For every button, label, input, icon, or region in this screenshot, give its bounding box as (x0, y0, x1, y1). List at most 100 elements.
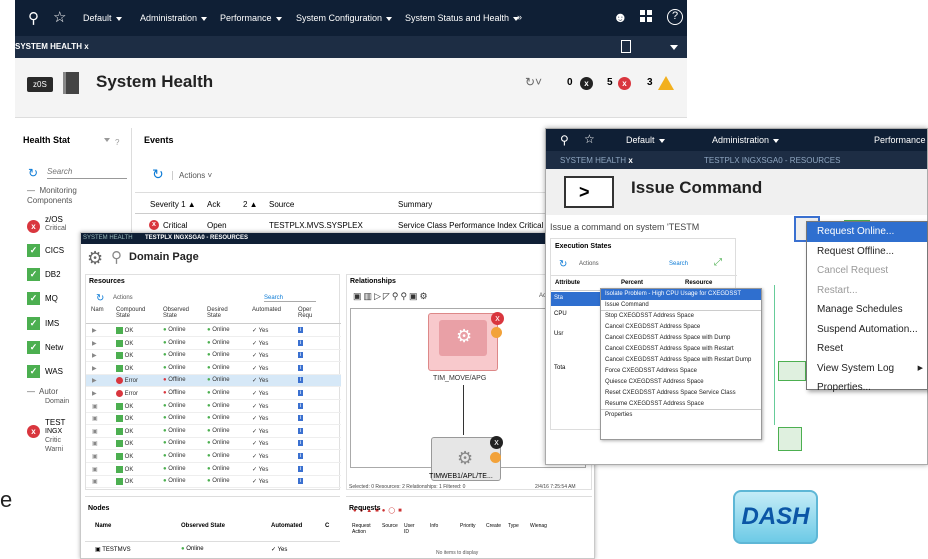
graph-node-tim-move[interactable]: ⚙ x (428, 312, 504, 371)
oper-request-icon[interactable]: i (298, 377, 304, 384)
col-resource[interactable]: Resource (685, 280, 712, 286)
health-item-cics[interactable]: CICS (45, 246, 64, 255)
refresh-icon[interactable]: ↻˅ (525, 75, 542, 89)
col-source[interactable]: Source (269, 200, 294, 209)
table-row[interactable]: ▣ TESTMVS ● Online ✓ Yes (85, 541, 340, 555)
command-menu-item[interactable]: Quiesce CXEGDSST Address Space (601, 377, 761, 388)
panel-help-icon[interactable]: ? (115, 138, 119, 147)
refresh-icon[interactable]: ↻ (96, 293, 104, 304)
health-item-ims[interactable]: IMS (45, 319, 59, 328)
health-item-test[interactable]: x (27, 421, 40, 439)
table-row[interactable]: ▣ OK ● Online ● Online ✓ Yes i (86, 464, 341, 476)
refresh-icon[interactable]: ↻ (28, 166, 38, 180)
context-menu-item[interactable]: Suspend Automation... (807, 320, 927, 340)
graph-toolbar[interactable]: ▣▥▷◸⚲⚲▣⚙ (353, 291, 430, 302)
nav-performance[interactable]: Performance (220, 13, 282, 23)
expand-icon[interactable]: ▶ (92, 340, 97, 347)
table-row[interactable]: ▣ OK ● Online ● Online ✓ Yes i (86, 451, 341, 463)
oper-request-icon[interactable]: i (298, 327, 304, 333)
exec-search[interactable]: Search (669, 261, 688, 267)
expand-icon[interactable]: ▣ (92, 453, 98, 460)
expand-icon[interactable]: ▶ (92, 327, 97, 334)
col-request-user[interactable]: User ID (404, 523, 418, 535)
context-menu-item[interactable]: View System Log ▶ (807, 359, 927, 379)
favorites-star-icon[interactable]: ☆ (53, 8, 66, 26)
command-menu-item[interactable]: Cancel CXEGDSST Address Space with Resta… (601, 344, 761, 355)
search-icon[interactable]: ⚲ (560, 133, 569, 147)
favorites-star-icon[interactable]: ☆ (584, 132, 595, 146)
oper-request-icon[interactable]: i (298, 440, 304, 447)
health-item-automation[interactable]: — Autor (27, 387, 58, 396)
expand-icon[interactable]: ▣ (92, 478, 98, 485)
col-name[interactable]: Nam (91, 307, 104, 313)
domain-tab-2[interactable]: TESTPLX INGXSGA0 - RESOURCES (145, 235, 248, 241)
table-row[interactable]: ▣ OK ● Online ● Online ✓ Yes i (86, 401, 341, 413)
col-observed[interactable]: Observed State (163, 307, 193, 319)
table-row[interactable]: ▣ OK ● Online ● Online ✓ Yes i (86, 426, 341, 438)
expand-icon[interactable]: ▣ (92, 466, 98, 473)
help-icon[interactable]: ? (667, 9, 683, 25)
exec-row-label[interactable]: Tota (554, 365, 565, 371)
ic-nav-administration[interactable]: Administration (712, 135, 780, 145)
col-automated[interactable]: Automated (252, 307, 281, 313)
table-row[interactable]: ▶ Error ● Offline ● Online ✓ Yes i (86, 388, 341, 400)
expand-icon[interactable]: ▶ (92, 352, 97, 359)
table-row[interactable]: ▶ OK ● Online ● Online ✓ Yes i (86, 338, 341, 350)
command-menu-item[interactable]: Stop CXEGDSST Address Space (601, 311, 761, 322)
command-menu-item[interactable]: Reset CXEGDSST Address Space Service Cla… (601, 388, 761, 399)
search-icon[interactable]: ⚲ (28, 9, 39, 27)
oper-request-icon[interactable]: i (298, 478, 304, 485)
col-attribute[interactable]: Attribute (555, 280, 580, 286)
oper-request-icon[interactable]: i (298, 339, 304, 346)
col-request-source[interactable]: Source (382, 523, 398, 529)
col-node-c[interactable]: C (325, 523, 329, 529)
command-menu-item[interactable]: Resume CXEGDSST Address Space (601, 399, 761, 410)
nav-administration[interactable]: Administration (140, 13, 208, 23)
col-percent[interactable]: Percent (621, 280, 643, 286)
chevron-down-icon[interactable] (104, 138, 110, 142)
col-summary[interactable]: Summary (398, 200, 432, 209)
oper-request-icon[interactable]: i (298, 352, 304, 359)
command-menu-item[interactable]: Isolate Problem - High CPU Usage for CXE… (601, 289, 761, 300)
health-item-monitoring[interactable]: — Monitoring Components (27, 186, 115, 206)
context-menu-item[interactable]: Properties... (807, 378, 927, 398)
expand-icon[interactable]: ▶ (92, 390, 97, 397)
oper-request-icon[interactable]: i (298, 453, 304, 459)
context-menu-item[interactable]: Request Online... (807, 222, 927, 242)
command-menu-item[interactable]: Properties (601, 410, 761, 421)
table-row[interactable]: ▶ OK ● Online ● Online ✓ Yes i (86, 363, 341, 375)
expand-icon[interactable]: ▶ (92, 377, 97, 384)
ic-tab-1[interactable]: SYSTEM HEALTH x (560, 156, 633, 165)
health-item-mq[interactable]: MQ (45, 294, 58, 303)
command-menu-item[interactable]: Issue Command (601, 300, 761, 311)
col-severity[interactable]: Severity 1 ▲ (150, 200, 196, 209)
table-row[interactable]: ▣ OK ● Online ● Online ✓ Yes i (86, 438, 341, 451)
command-menu-item[interactable]: Cancel CXEGDSST Address Space with Dump (601, 333, 761, 344)
tab-close-icon[interactable]: x (84, 42, 88, 51)
oper-request-icon[interactable]: i (298, 364, 304, 371)
table-row[interactable]: ▶ Error ● Offline ● Online ✓ Yes i (86, 375, 341, 388)
health-item-network[interactable]: Netw (45, 343, 63, 352)
expand-icon[interactable]: ▶ (92, 365, 97, 372)
refresh-icon[interactable]: ↻ (152, 166, 164, 183)
user-icon[interactable]: ☻ (613, 9, 628, 25)
exec-row-label[interactable]: Usr (554, 331, 563, 337)
events-actions-menu[interactable]: Actions ˅ (172, 171, 212, 180)
tab-close-icon[interactable]: x (628, 156, 632, 165)
col-oper[interactable]: Oper Requ (298, 307, 318, 319)
chevron-down-icon[interactable] (670, 45, 678, 50)
tab-system-health[interactable]: SYSTEM HEALTH x (15, 42, 89, 51)
col-request-info[interactable]: Info (430, 523, 438, 529)
table-row[interactable]: ▶ OK ● Online ● Online ✓ Yes i (86, 325, 341, 337)
table-row[interactable]: ▣ OK ● Online ● Online ✓ Yes i (86, 413, 341, 426)
col-compound[interactable]: Compound State (116, 307, 150, 319)
oper-request-icon[interactable]: i (298, 465, 304, 472)
col-ack[interactable]: Ack (207, 200, 220, 209)
oper-request-icon[interactable]: i (298, 402, 304, 409)
command-menu-item[interactable]: Cancel CXEGDSST Address Space with Resta… (601, 355, 761, 366)
health-item-was[interactable]: WAS (45, 367, 63, 376)
col-node-name[interactable]: Name (95, 523, 111, 529)
context-menu-item[interactable]: Reset (807, 339, 927, 359)
table-row[interactable]: ▶ OK ● Online ● Online ✓ Yes i (86, 350, 341, 363)
command-menu-item[interactable]: Force CXEGDSST Address Space (601, 366, 761, 377)
